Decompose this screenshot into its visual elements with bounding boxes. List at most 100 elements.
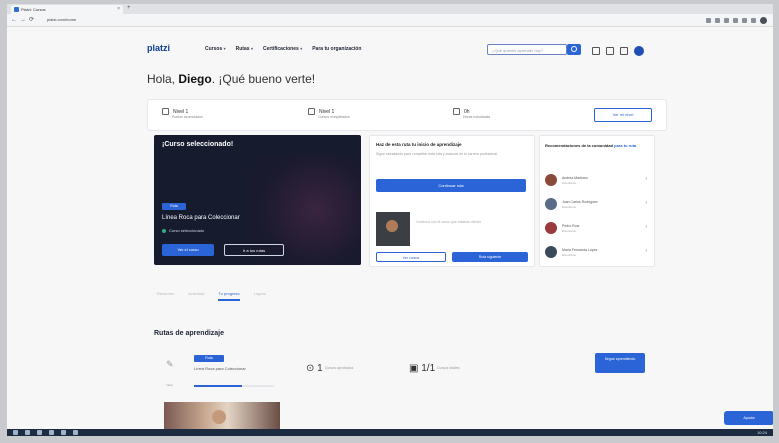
search-button[interactable] — [567, 44, 581, 55]
greeting-suffix: . ¡Qué bueno verte! — [211, 72, 316, 86]
my-level-button[interactable]: Ver mi nivel — [594, 108, 652, 122]
stat-icon — [453, 108, 460, 115]
avatar — [545, 198, 557, 210]
course-thumbnail[interactable] — [376, 212, 410, 246]
instructor-face — [212, 410, 226, 424]
extension-icon[interactable] — [706, 17, 711, 23]
search-input[interactable]: ¿Qué quieres aprender hoy? — [487, 44, 567, 55]
avatar — [545, 246, 557, 258]
extension-icon[interactable] — [715, 17, 720, 23]
route-icon: ✎ — [166, 359, 174, 369]
hero-primary-button[interactable]: Ver el curso — [162, 244, 214, 256]
new-tab-icon[interactable]: + — [127, 5, 131, 11]
browser-tab[interactable]: Platzi: Cursos × — [11, 5, 123, 14]
extension-icon[interactable] — [751, 17, 756, 23]
continue-button[interactable]: Continuar ruta — [376, 179, 526, 192]
community-title: Recomendaciones de la comunidad para tu … — [545, 143, 645, 148]
extension-icons — [706, 16, 767, 24]
content-tabs: Resumen Actividad Tu progreso Logros — [157, 291, 266, 301]
continue-text: Sigue estudiando para completar esta rut… — [376, 152, 498, 156]
os-taskbar: 10:24 — [7, 429, 773, 436]
hero-title: ¡Curso seleccionado! — [162, 141, 234, 148]
taskbar-app-icon[interactable] — [73, 430, 78, 435]
taskbar-app-icon[interactable] — [37, 430, 42, 435]
list-item[interactable]: Pedro Ruiz Estudiante › — [545, 222, 649, 236]
taskbar-app-icon[interactable] — [25, 430, 30, 435]
continue-card: Haz de esta ruta tu inicio de aprendizaj… — [369, 135, 535, 267]
view-courses-button[interactable]: Ver cursos — [376, 252, 446, 262]
extension-icon[interactable] — [733, 17, 738, 23]
logo-text: platzi — [147, 43, 171, 53]
chevron-right-icon[interactable]: › — [645, 176, 647, 182]
cart-icon[interactable] — [620, 47, 628, 55]
route-progress-fill — [194, 385, 242, 387]
header-icons — [592, 46, 644, 56]
nav-item-certificaciones[interactable]: Certificaciones ▾ — [263, 46, 302, 52]
screen: Platzi: Cursos × + ←→⟳ platzi.com/home p… — [7, 4, 773, 436]
avatar[interactable] — [634, 46, 644, 56]
list-item[interactable]: Andrea Martínez Estudiante › — [545, 174, 649, 188]
favicon-icon — [14, 7, 19, 12]
community-title-highlight: para tu ruta — [614, 143, 637, 148]
avatar — [545, 174, 557, 186]
nav-label: Cursos — [205, 46, 223, 52]
nav-item-cursos[interactable]: Cursos ▾ — [205, 46, 226, 52]
route-name[interactable]: Línea Roca para Coleccionar — [194, 366, 246, 371]
nav-item-organizacion[interactable]: Para tu organización — [312, 46, 361, 52]
metric-approved: ⊙ 1 Cursos aprobados — [306, 363, 354, 374]
hero-route-name: Línea Roca para Coleccionar — [162, 215, 240, 221]
bell-icon[interactable] — [592, 47, 600, 55]
tab-progreso[interactable]: Tu progreso — [218, 291, 240, 301]
metric-label: Cursos aprobados — [324, 366, 354, 371]
chevron-down-icon: ▾ — [250, 46, 253, 51]
stat-value: Nivel 1 — [319, 108, 335, 115]
message-icon[interactable] — [606, 47, 614, 55]
list-item[interactable]: María Fernanda López Estudiante › — [545, 246, 649, 260]
chevron-right-icon[interactable]: › — [645, 200, 647, 206]
tab-logros[interactable]: Logros — [254, 291, 266, 301]
stat-value: 0h — [464, 108, 470, 115]
avatar — [545, 222, 557, 234]
continue-title: Haz de esta ruta tu inicio de aprendizaj… — [376, 142, 462, 147]
browser-tab-title: Platzi: Cursos — [21, 7, 46, 12]
route-row: ✎ Ruta Línea Roca para Coleccionar Inici… — [154, 349, 654, 389]
next-route-button[interactable]: Ruta siguiente — [452, 252, 528, 262]
stats-card: Nivel 1 Puntos acumulados Nivel 1 Cursos c… — [147, 99, 667, 131]
person-name: María Fernanda López — [562, 248, 598, 252]
community-card: Recomendaciones de la comunidad para tu … — [539, 135, 655, 267]
progress-label: Inicio — [166, 383, 174, 387]
hero-secondary-button[interactable]: Ir a tus rutas — [224, 244, 284, 256]
taskbar-app-icon[interactable] — [61, 430, 66, 435]
list-item[interactable]: Juan Carlos Rodríguez Estudiante › — [545, 198, 649, 212]
nav-buttons[interactable]: ←→⟳ — [11, 16, 37, 23]
start-icon[interactable] — [13, 430, 18, 435]
stat-value: Nivel 1 — [173, 108, 189, 115]
logo[interactable]: platzi — [147, 43, 170, 53]
help-button[interactable]: Ayuda — [724, 411, 773, 425]
stat-item: Nivel 1 Puntos acumulados — [162, 108, 203, 119]
nav-item-rutas[interactable]: Rutas ▾ — [236, 46, 253, 52]
user-name: Diego — [178, 72, 212, 86]
extension-icon[interactable] — [724, 17, 729, 23]
stat-label: Horas estudiadas — [463, 115, 491, 119]
course-text: Continúa con el curso que estabas viendo — [416, 220, 482, 224]
person-name: Juan Carlos Rodríguez — [562, 200, 598, 204]
route-badge: Ruta — [162, 203, 186, 210]
taskbar-app-icon[interactable] — [49, 430, 54, 435]
url-field[interactable]: platzi.com/home — [47, 16, 647, 24]
route-progress-bar — [194, 385, 274, 387]
continue-learning-button[interactable]: Seguir aprendiendo — [595, 353, 645, 373]
check-label: Curso seleccionado — [169, 228, 205, 233]
main-nav: Cursos ▾ Rutas ▾ Certificaciones ▾ Para … — [205, 46, 361, 52]
profile-icon[interactable] — [760, 16, 767, 24]
close-tab-icon[interactable]: × — [117, 5, 120, 14]
extension-icon[interactable] — [742, 17, 747, 23]
route-tag: Ruta — [194, 355, 224, 362]
chevron-right-icon[interactable]: › — [645, 224, 647, 230]
tab-resumen[interactable]: Resumen — [157, 291, 174, 301]
chevron-right-icon[interactable]: › — [645, 248, 647, 254]
stat-label: Cursos completados — [318, 115, 350, 119]
check-icon — [162, 228, 166, 233]
tab-actividad[interactable]: Actividad — [188, 291, 204, 301]
chevron-down-icon: ▾ — [300, 46, 303, 51]
